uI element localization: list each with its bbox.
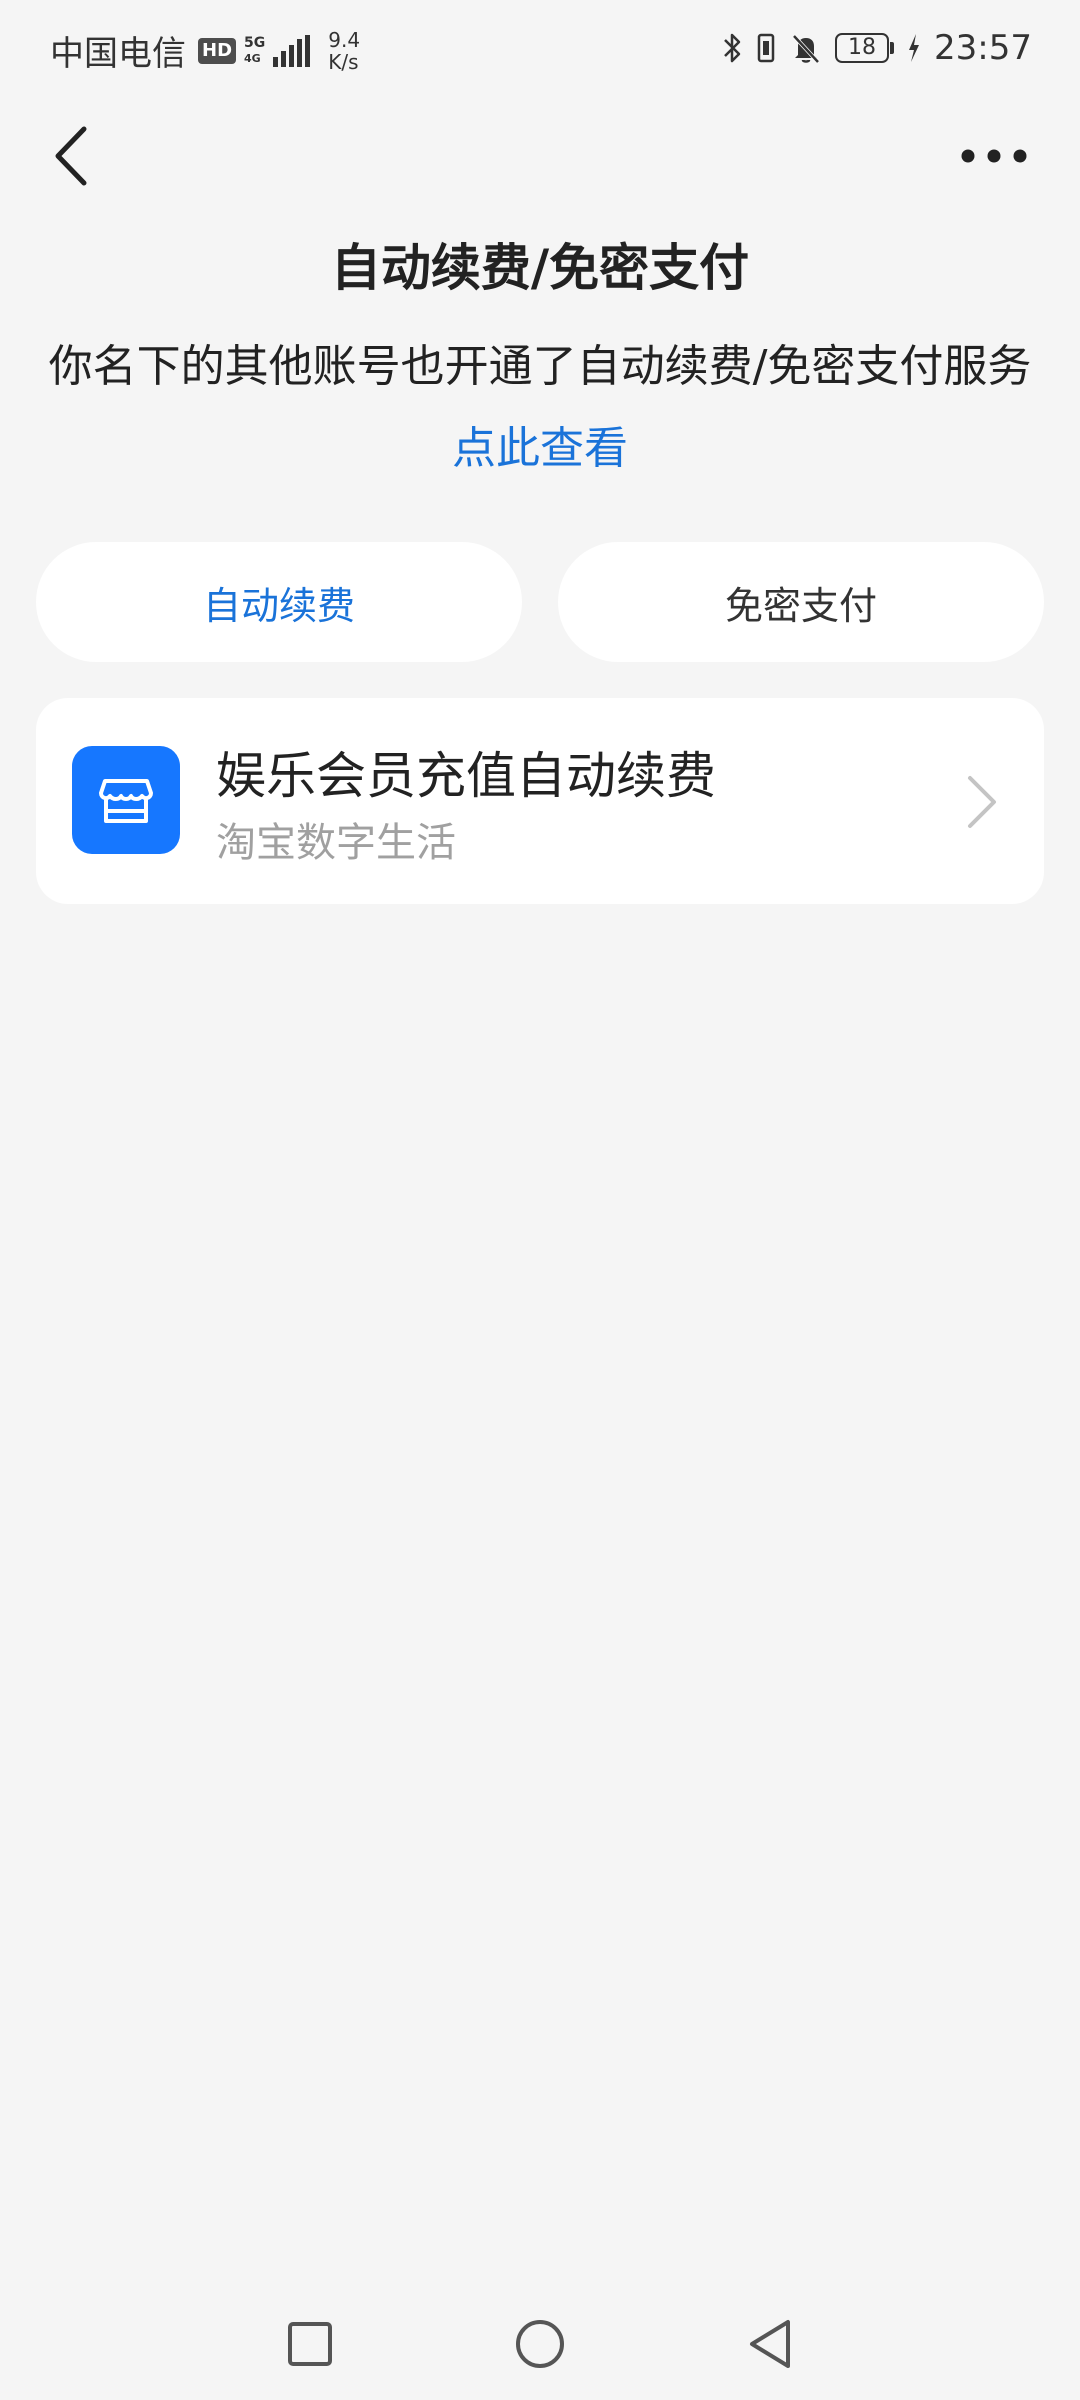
battery-icon: 18 (835, 33, 895, 63)
speed-unit: K/s (328, 49, 359, 74)
item-title: 娱乐会员充值自动续费 (216, 747, 716, 805)
page-title: 自动续费/免密支付 (330, 239, 750, 297)
more-button[interactable] (954, 130, 1034, 182)
carrier-name: 中国电信 (50, 34, 186, 74)
tab-password-free-payment[interactable]: 免密支付 (558, 542, 1044, 662)
subscription-item[interactable]: 娱乐会员充值自动续费 淘宝数字生活 (36, 698, 1044, 904)
system-nav-bar (0, 2300, 1080, 2380)
status-right: 18 23:57 (721, 28, 1032, 68)
tab-auto-renewal[interactable]: 自动续费 (36, 542, 522, 662)
network-type-icon: 5G 4G (244, 34, 266, 66)
status-bar: 中国电信 HD 5G 4G 9.4 K/s 18 23:57 (0, 0, 1080, 100)
circle-icon (516, 2320, 564, 2368)
home-button[interactable] (512, 2316, 568, 2372)
store-icon (72, 746, 180, 854)
status-left: 中国电信 HD 5G 4G 9.4 K/s (50, 26, 360, 75)
signal-icon (273, 34, 311, 67)
speed-value: 9.4 (328, 27, 361, 52)
hd-badge: HD (198, 37, 237, 64)
back-button[interactable] (46, 120, 98, 192)
network-type-top: 5G (244, 34, 266, 51)
charging-icon (909, 34, 920, 62)
square-icon (288, 2322, 332, 2366)
mute-bell-icon (792, 34, 820, 64)
bluetooth-icon (724, 33, 741, 63)
triangle-back-icon (750, 2320, 790, 2368)
chevron-right-icon (968, 776, 996, 828)
notice-text: 你名下的其他账号也开通了自动续费/免密支付服务 (48, 341, 1032, 392)
vibrate-icon (757, 33, 775, 63)
recent-apps-button[interactable] (282, 2316, 338, 2372)
battery-level: 18 (835, 33, 890, 63)
item-subtitle: 淘宝数字生活 (216, 820, 456, 866)
system-back-button[interactable] (742, 2316, 798, 2372)
view-link[interactable]: 点此查看 (0, 412, 1080, 476)
network-type-bottom: 4G (244, 51, 261, 65)
network-speed: 9.4 K/s (328, 29, 360, 73)
clock: 23:57 (934, 28, 1032, 68)
back-arrow-icon (55, 126, 87, 186)
more-icon (961, 149, 1027, 163)
tab-bar: 自动续费 免密支付 (36, 542, 1044, 662)
